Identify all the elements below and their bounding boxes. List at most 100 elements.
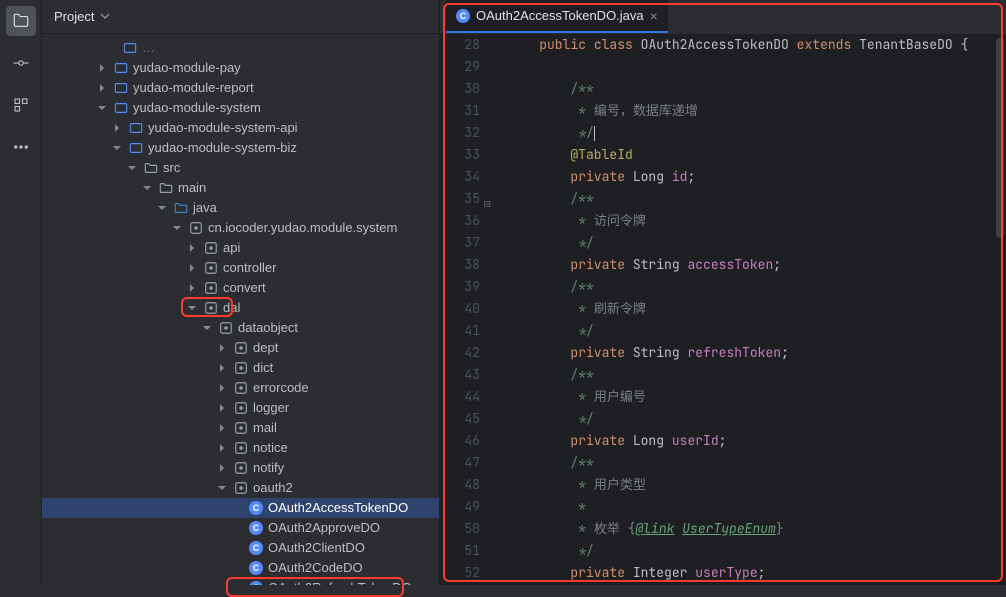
chevron-right-icon[interactable]	[95, 63, 109, 73]
chevron-right-icon[interactable]	[215, 363, 229, 373]
tree-node-file-code[interactable]: COAuth2CodeDO	[42, 558, 439, 578]
chevron-right-icon[interactable]	[215, 343, 229, 353]
tree-node-pkg-dal[interactable]: dal	[42, 298, 439, 318]
sidebar-header[interactable]: Project	[42, 0, 439, 34]
tree-node-pkg-api[interactable]: api	[42, 238, 439, 258]
chevron-down-icon[interactable]	[125, 163, 139, 173]
rail-commit-icon[interactable]	[6, 48, 36, 78]
close-icon[interactable]: ×	[650, 8, 658, 24]
chevron-right-icon[interactable]	[95, 83, 109, 93]
tree-label: yudao-module-system-biz	[148, 138, 297, 158]
tree-label: notice	[253, 438, 288, 458]
scrollbar-thumb[interactable]	[996, 38, 1004, 238]
tree-node-module-report[interactable]: yudao-module-report	[42, 78, 439, 98]
tree-node-file-refreshtoken[interactable]: COAuth2RefreshTokenDO	[42, 578, 439, 585]
tree-node-pkg-root[interactable]: cn.iocoder.yudao.module.system	[42, 218, 439, 238]
code-line: /**	[508, 188, 1006, 210]
source-text[interactable]: public class OAuth2AccessTokenDO extends…	[494, 34, 1006, 585]
code-line: */	[508, 232, 1006, 254]
line-number: 52	[440, 562, 480, 584]
chevron-down-icon[interactable]	[155, 203, 169, 213]
tree-node-file-accesstoken[interactable]: COAuth2AccessTokenDO	[42, 498, 439, 518]
chevron-right-icon[interactable]	[215, 463, 229, 473]
line-number: 51	[440, 540, 480, 562]
chevron-down-icon[interactable]	[185, 303, 199, 313]
tree-label: java	[193, 198, 217, 218]
rail-more-icon[interactable]	[6, 132, 36, 162]
chevron-down-icon[interactable]	[110, 143, 124, 153]
chevron-right-icon[interactable]	[185, 283, 199, 293]
code-line: */	[508, 540, 1006, 562]
tree-node-pkg-convert[interactable]: convert	[42, 278, 439, 298]
tree-node-folder-main[interactable]: main	[42, 178, 439, 198]
chevron-right-icon[interactable]	[215, 443, 229, 453]
code-line: private Long userId;	[508, 430, 1006, 452]
tree-node-module-system[interactable]: yudao-module-system	[42, 98, 439, 118]
folder-icon	[143, 160, 159, 176]
tree-node-folder-java[interactable]: java	[42, 198, 439, 218]
tree-node-pkg-logger[interactable]: logger	[42, 398, 439, 418]
module-icon	[113, 100, 129, 116]
project-tree[interactable]: … yudao-module-payyudao-module-reportyud…	[42, 34, 439, 585]
rail-structure-icon[interactable]	[6, 90, 36, 120]
tree-node-pkg-controller[interactable]: controller	[42, 258, 439, 278]
tree-node-pkg-notice[interactable]: notice	[42, 438, 439, 458]
line-number: 39	[440, 276, 480, 298]
module-icon	[128, 120, 144, 136]
tree-node-pkg-notify[interactable]: notify	[42, 458, 439, 478]
tree-label: main	[178, 178, 206, 198]
fold-icon[interactable]: ⊟	[483, 193, 491, 215]
code-line: * 编号，数据库递增	[508, 100, 1006, 122]
chevron-right-icon[interactable]	[110, 123, 124, 133]
chevron-down-icon[interactable]	[170, 223, 184, 233]
line-number: 31	[440, 100, 480, 122]
package-icon	[218, 320, 234, 336]
tree-node-module-system-biz[interactable]: yudao-module-system-biz	[42, 138, 439, 158]
tree-node-pkg-oauth2[interactable]: oauth2	[42, 478, 439, 498]
tree-label: dept	[253, 338, 278, 358]
tree-label: OAuth2ApproveDO	[268, 518, 380, 538]
tree-node-file-client[interactable]: COAuth2ClientDO	[42, 538, 439, 558]
code-line: @TableId	[508, 144, 1006, 166]
tree-label: cn.iocoder.yudao.module.system	[208, 218, 397, 238]
class-icon: C	[248, 500, 264, 516]
package-icon	[233, 380, 249, 396]
code-line: /**	[508, 452, 1006, 474]
code-line: * 刷新令牌	[508, 298, 1006, 320]
chevron-right-icon[interactable]	[215, 383, 229, 393]
line-number: 41	[440, 320, 480, 342]
tree-label: mail	[253, 418, 277, 438]
tree-label: OAuth2AccessTokenDO	[268, 498, 408, 518]
chevron-right-icon[interactable]	[215, 423, 229, 433]
tree-node-file-approve[interactable]: COAuth2ApproveDO	[42, 518, 439, 538]
tree-label: dict	[253, 358, 273, 378]
tree-node-pkg-mail[interactable]: mail	[42, 418, 439, 438]
tree-label: controller	[223, 258, 276, 278]
tree-node-pkg-dict[interactable]: dict	[42, 358, 439, 378]
class-icon: C	[248, 580, 264, 585]
package-icon	[203, 260, 219, 276]
tree-node-module-pay[interactable]: yudao-module-pay	[42, 58, 439, 78]
chevron-right-icon[interactable]	[185, 263, 199, 273]
tree-label: errorcode	[253, 378, 309, 398]
tree-node-pkg-errorcode[interactable]: errorcode	[42, 378, 439, 398]
tree-node-pkg-dataobject[interactable]: dataobject	[42, 318, 439, 338]
code-area[interactable]: 2829303132333435⊟36373839404142434445464…	[440, 34, 1006, 585]
tree-node-folder-src[interactable]: src	[42, 158, 439, 178]
tree-node-pkg-dept[interactable]: dept	[42, 338, 439, 358]
tree-node-module-system-api[interactable]: yudao-module-system-api	[42, 118, 439, 138]
line-number: 38	[440, 254, 480, 276]
chevron-right-icon[interactable]	[215, 403, 229, 413]
chevron-down-icon[interactable]	[215, 483, 229, 493]
code-line: *	[508, 496, 1006, 518]
class-icon: C	[248, 520, 264, 536]
chevron-down-icon[interactable]	[200, 323, 214, 333]
chevron-right-icon[interactable]	[185, 243, 199, 253]
rail-project-icon[interactable]	[6, 6, 36, 36]
tree-label: oauth2	[253, 478, 293, 498]
chevron-down-icon[interactable]	[95, 103, 109, 113]
editor-tabs: C OAuth2AccessTokenDO.java ×	[440, 0, 1006, 34]
tree-label: notify	[253, 458, 284, 478]
tab-oauth2accesstokendo[interactable]: C OAuth2AccessTokenDO.java ×	[446, 0, 668, 33]
chevron-down-icon[interactable]	[140, 183, 154, 193]
